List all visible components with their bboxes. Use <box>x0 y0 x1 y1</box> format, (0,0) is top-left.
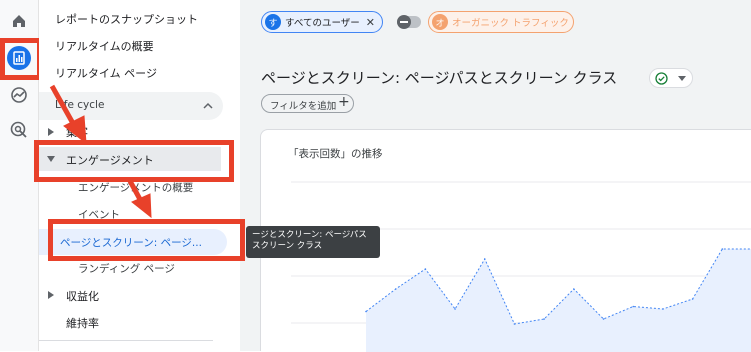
segment-chip-organic[interactable]: オ オーガニック トラフィック <box>428 11 574 33</box>
check-circle-icon <box>655 72 668 85</box>
series-point <box>365 310 367 313</box>
series-point <box>602 318 605 320</box>
sidebar-group-acquisition[interactable]: 集客 <box>66 124 88 140</box>
sidebar-item-engagement-overview[interactable]: エンゲージメントの概要 <box>78 180 193 195</box>
chevron-up-icon <box>203 102 213 109</box>
tooltip-line: ージとスクリーン: ページパス <box>252 230 367 240</box>
series-point <box>424 268 427 270</box>
section-lifecycle[interactable]: Life cycle <box>39 92 223 120</box>
series-point <box>454 308 456 310</box>
divider <box>39 340 213 341</box>
sidebar-item-snapshot[interactable]: レポートのスナップショット <box>55 11 198 27</box>
series-point <box>662 308 664 310</box>
plus-icon: + <box>338 94 350 110</box>
series-point <box>513 323 516 325</box>
sidebar-item-realtime-pages[interactable]: リアルタイム ページ <box>55 65 157 81</box>
advertising-icon[interactable] <box>10 121 28 139</box>
annotation-box-reports <box>0 38 42 80</box>
series-point <box>632 305 635 308</box>
explore-icon[interactable] <box>10 86 28 104</box>
home-icon[interactable] <box>10 12 28 30</box>
tooltip: ージとスクリーン: ページパス スクリーン クラス <box>246 226 380 258</box>
segment-chip-label: すべてのユーザー <box>285 18 360 29</box>
series-point <box>721 248 724 250</box>
series-point <box>543 318 545 320</box>
expand-right-icon[interactable] <box>48 291 54 299</box>
chevron-down-icon <box>678 76 686 81</box>
comparison-toggle[interactable] <box>397 15 421 29</box>
annotation-box-pages-screens <box>48 219 245 261</box>
sidebar-group-monetization[interactable]: 収益化 <box>66 288 99 304</box>
segment-avatar: す <box>265 14 281 30</box>
segment-avatar: オ <box>432 14 448 30</box>
series-area <box>366 249 751 352</box>
tooltip-line: スクリーン クラス <box>252 241 323 251</box>
add-filter-button[interactable]: フィルタを追加 + <box>261 94 354 113</box>
series-point <box>573 288 575 290</box>
page-title: ページとスクリーン: ページパスとスクリーン クラス <box>261 69 618 87</box>
sidebar-item-landing-page[interactable]: ランディング ページ <box>78 261 175 276</box>
segment-chip-label: オーガニック トラフィック <box>452 18 569 29</box>
close-icon[interactable]: ✕ <box>366 16 375 29</box>
series-point <box>394 288 397 290</box>
sidebar-item-realtime-overview[interactable]: リアルタイムの概要 <box>55 38 154 54</box>
section-lifecycle-label: Life cycle <box>55 99 105 111</box>
series-point <box>483 258 486 260</box>
title-status-dropdown[interactable] <box>649 68 693 88</box>
sidebar-group-retention[interactable]: 維持率 <box>66 315 99 331</box>
toggle-knob <box>397 15 411 29</box>
series-point <box>691 298 694 300</box>
series-group <box>365 248 751 352</box>
add-filter-label: フィルタを追加 <box>270 101 337 112</box>
expand-right-icon[interactable] <box>48 128 54 136</box>
annotation-box-engagement <box>34 140 234 182</box>
segment-chip-all-users[interactable]: す すべてのユーザー ✕ <box>261 11 383 33</box>
